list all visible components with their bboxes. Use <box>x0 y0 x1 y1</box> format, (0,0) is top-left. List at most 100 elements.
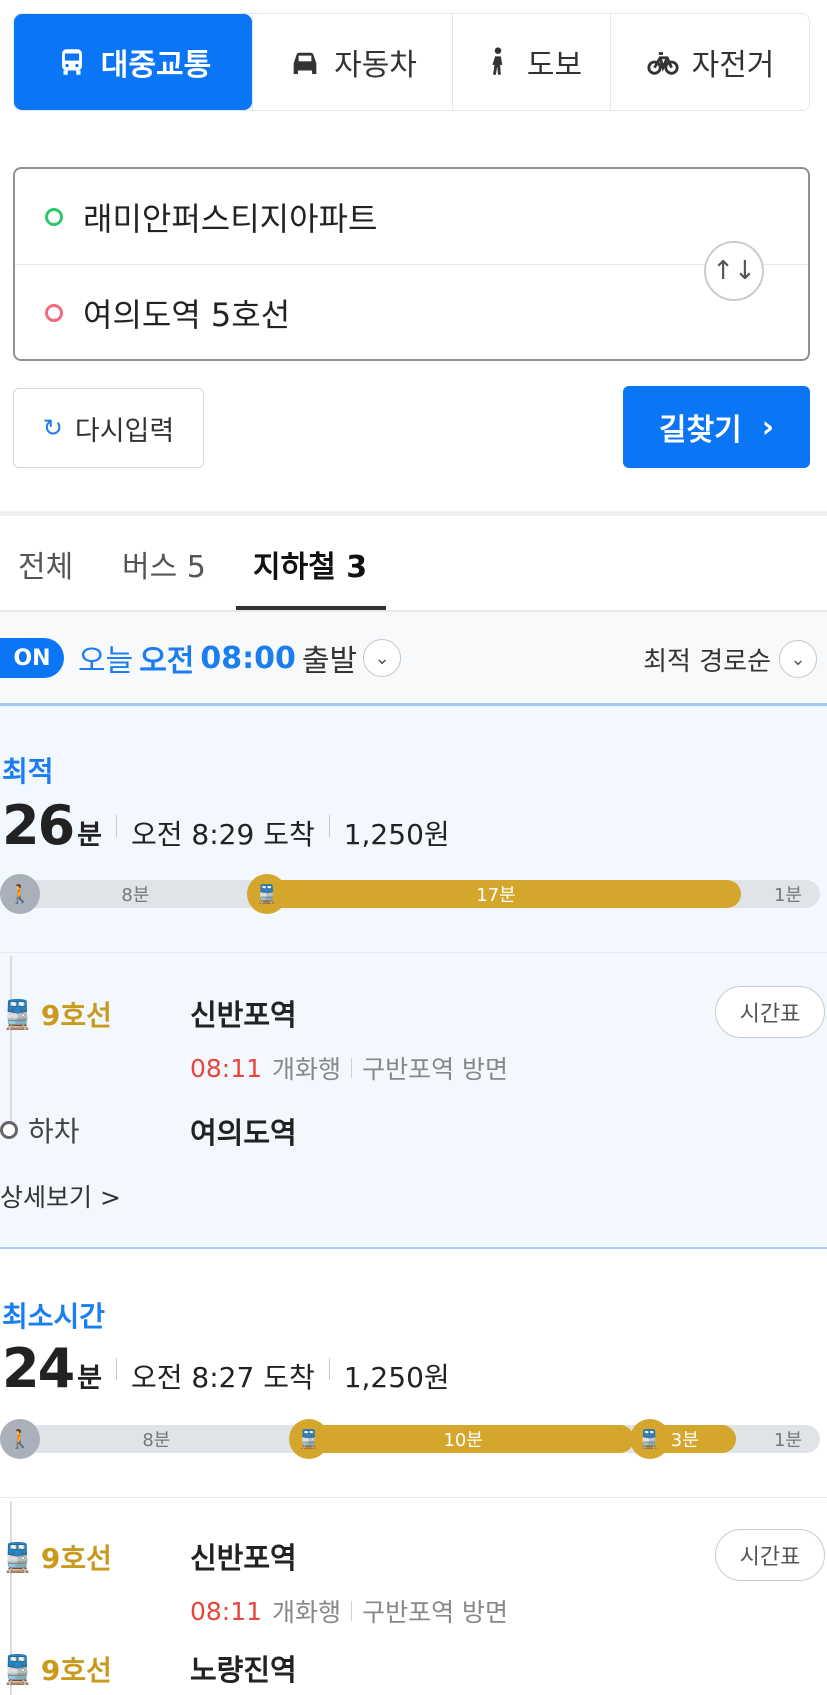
sort-label: 최적 경로순 <box>643 646 771 677</box>
subway-node-icon: 🚆 <box>246 874 287 914</box>
detail-link[interactable]: 상세보기 > <box>0 1178 121 1214</box>
walk-segment-label: 8분 <box>121 885 150 906</box>
mode-label: 자동차 <box>334 48 417 83</box>
find-route-button[interactable]: 길찾기 › <box>623 386 810 468</box>
sort-selector[interactable]: 최적 경로순 ⌄ <box>643 640 817 678</box>
find-label: 길찾기 <box>658 413 742 448</box>
chevron-down-icon: ⌄ <box>363 639 402 677</box>
swap-button[interactable]: ↑↓ <box>704 241 764 301</box>
route-card[interactable]: 최적 26 분 오전 8:29 도착 1,250원 8분 🚶 17분 🚆 1분 🚆 9호… <box>0 706 827 1249</box>
depart-label: 출발 <box>301 644 358 679</box>
departure-toggle[interactable]: ON <box>0 638 64 678</box>
walk-segment-label: 8분 <box>142 1430 171 1451</box>
line-name: 9호선 <box>40 1542 112 1575</box>
result-filter-tabs: 전체 버스 5 지하철 3 <box>0 516 827 612</box>
line-name: 9호선 <box>40 999 112 1032</box>
refresh-icon: ↻ <box>42 414 63 442</box>
separator <box>116 814 117 837</box>
subway-segment: 17분 <box>250 880 742 908</box>
line-name: 9호선 <box>40 1654 112 1687</box>
mode-label: 대중교통 <box>100 48 212 83</box>
route-label: 최소시간 <box>2 1300 106 1333</box>
subway-line-tag: 🚆 9호선 <box>0 1537 112 1577</box>
tab-all[interactable]: 전체 <box>18 516 73 612</box>
separator <box>351 1058 353 1078</box>
separator <box>116 1357 117 1380</box>
route-step-line <box>10 956 12 1126</box>
route-minutes-unit: 분 <box>77 1363 102 1394</box>
train-info: 08:11 개화행 구반포역 방면 <box>190 1593 508 1629</box>
alight-tag: 하차 <box>0 1110 80 1150</box>
boarding-station: 신반포역 <box>190 998 297 1032</box>
reset-button[interactable]: ↻ 다시입력 <box>13 388 204 468</box>
train-info: 08:11 개화행 구반포역 방면 <box>190 1050 508 1086</box>
bicycle-icon <box>647 52 679 75</box>
bus-icon <box>61 49 82 75</box>
train-direction: 구반포역 방면 <box>362 1598 509 1627</box>
walk-segment-label: 1분 <box>774 885 803 906</box>
route-fare: 1,250원 <box>343 818 450 851</box>
walk-icon <box>492 47 503 75</box>
active-tab-indicator <box>236 606 386 610</box>
tab-subway[interactable]: 지하철 3 <box>253 516 367 612</box>
route-card[interactable]: 최소시간 24 분 오전 8:27 도착 1,250원 8분 🚶 10분 🚆 3분 🚆 1분… <box>0 1251 827 1695</box>
subway-icon: 🚆 <box>0 997 35 1031</box>
timetable-button[interactable]: 시간표 <box>715 986 825 1038</box>
chevron-down-icon: ⌄ <box>779 640 817 678</box>
today-label: 오늘 <box>78 644 134 679</box>
origin-field[interactable]: 래미안퍼스티지아파트 <box>15 169 808 265</box>
boarding-station: 신반포역 <box>190 1541 297 1575</box>
route-arrival: 오전 8:27 도착 <box>131 1361 315 1394</box>
route-minutes: 24 <box>2 1337 75 1400</box>
mode-tab-walk[interactable]: 도보 <box>452 14 610 110</box>
mode-tab-car[interactable]: 자동차 <box>252 14 452 110</box>
mode-tab-transit[interactable]: 대중교통 <box>14 14 252 110</box>
subway-line-tag: 🚆 9호선 <box>0 1649 112 1689</box>
destination-field[interactable]: 여의도역 5호선 <box>15 265 808 361</box>
walk-segment-label: 1분 <box>774 1430 803 1451</box>
separator <box>351 1601 353 1621</box>
destination-dot-icon <box>45 304 63 322</box>
walk-node-icon: 🚶 <box>0 874 40 914</box>
subway-node-icon: 🚆 <box>288 1419 329 1459</box>
separator <box>328 814 330 837</box>
car-icon <box>293 52 317 75</box>
chevron-right-icon: › <box>761 409 775 445</box>
origin-text: 래미안퍼스티지아파트 <box>83 199 378 238</box>
subway-node-icon: 🚆 <box>629 1419 670 1459</box>
destination-text: 여의도역 5호선 <box>83 296 291 334</box>
route-summary: 26 분 오전 8:29 도착 1,250원 <box>2 794 450 857</box>
ampm-label: 오전 <box>139 644 195 679</box>
tab-bus[interactable]: 버스 5 <box>122 516 206 612</box>
divider <box>0 952 827 953</box>
train-destination: 개화행 <box>272 1055 342 1084</box>
transfer-station: 노량진역 <box>190 1653 297 1687</box>
departure-time: 08:11 <box>190 1596 263 1626</box>
train-destination: 개화행 <box>272 1598 342 1627</box>
time-label: 08:00 <box>200 640 296 676</box>
route-label: 최적 <box>2 755 54 788</box>
departure-time-selector[interactable]: 오늘 오전 08:00 출발 ⌄ <box>78 636 402 680</box>
separator <box>328 1357 330 1380</box>
departure-time: 08:11 <box>190 1053 263 1083</box>
transport-mode-tabs: 대중교통 자동차 도보 자전거 <box>13 13 810 111</box>
route-minutes: 26 <box>2 794 75 857</box>
route-search-box: 래미안퍼스티지아파트 여의도역 5호선 ↑↓ <box>13 167 810 361</box>
origin-dot-icon <box>45 207 63 226</box>
departure-time-bar: ON 오늘 오전 08:00 출발 ⌄ 최적 경로순 ⌄ <box>0 612 827 706</box>
route-timeline: 8분 🚶 17분 🚆 1분 <box>0 874 820 914</box>
timetable-button[interactable]: 시간표 <box>715 1529 825 1581</box>
swap-arrows-icon: ↑↓ <box>712 256 756 286</box>
reset-label: 다시입력 <box>74 415 175 447</box>
walk-node-icon: 🚶 <box>0 1419 40 1459</box>
divider <box>0 1497 827 1498</box>
mode-tab-bicycle[interactable]: 자전거 <box>610 14 809 110</box>
route-fare: 1,250원 <box>343 1361 450 1394</box>
subway-icon: 🚆 <box>0 1652 35 1686</box>
route-timeline: 8분 🚶 10분 🚆 3분 🚆 1분 <box>0 1419 820 1459</box>
train-direction: 구반포역 방면 <box>362 1055 509 1084</box>
alighting-station: 여의도역 <box>190 1116 297 1150</box>
route-arrival: 오전 8:29 도착 <box>131 818 315 851</box>
subway-icon: 🚆 <box>0 1540 35 1574</box>
route-minutes-unit: 분 <box>77 820 102 851</box>
